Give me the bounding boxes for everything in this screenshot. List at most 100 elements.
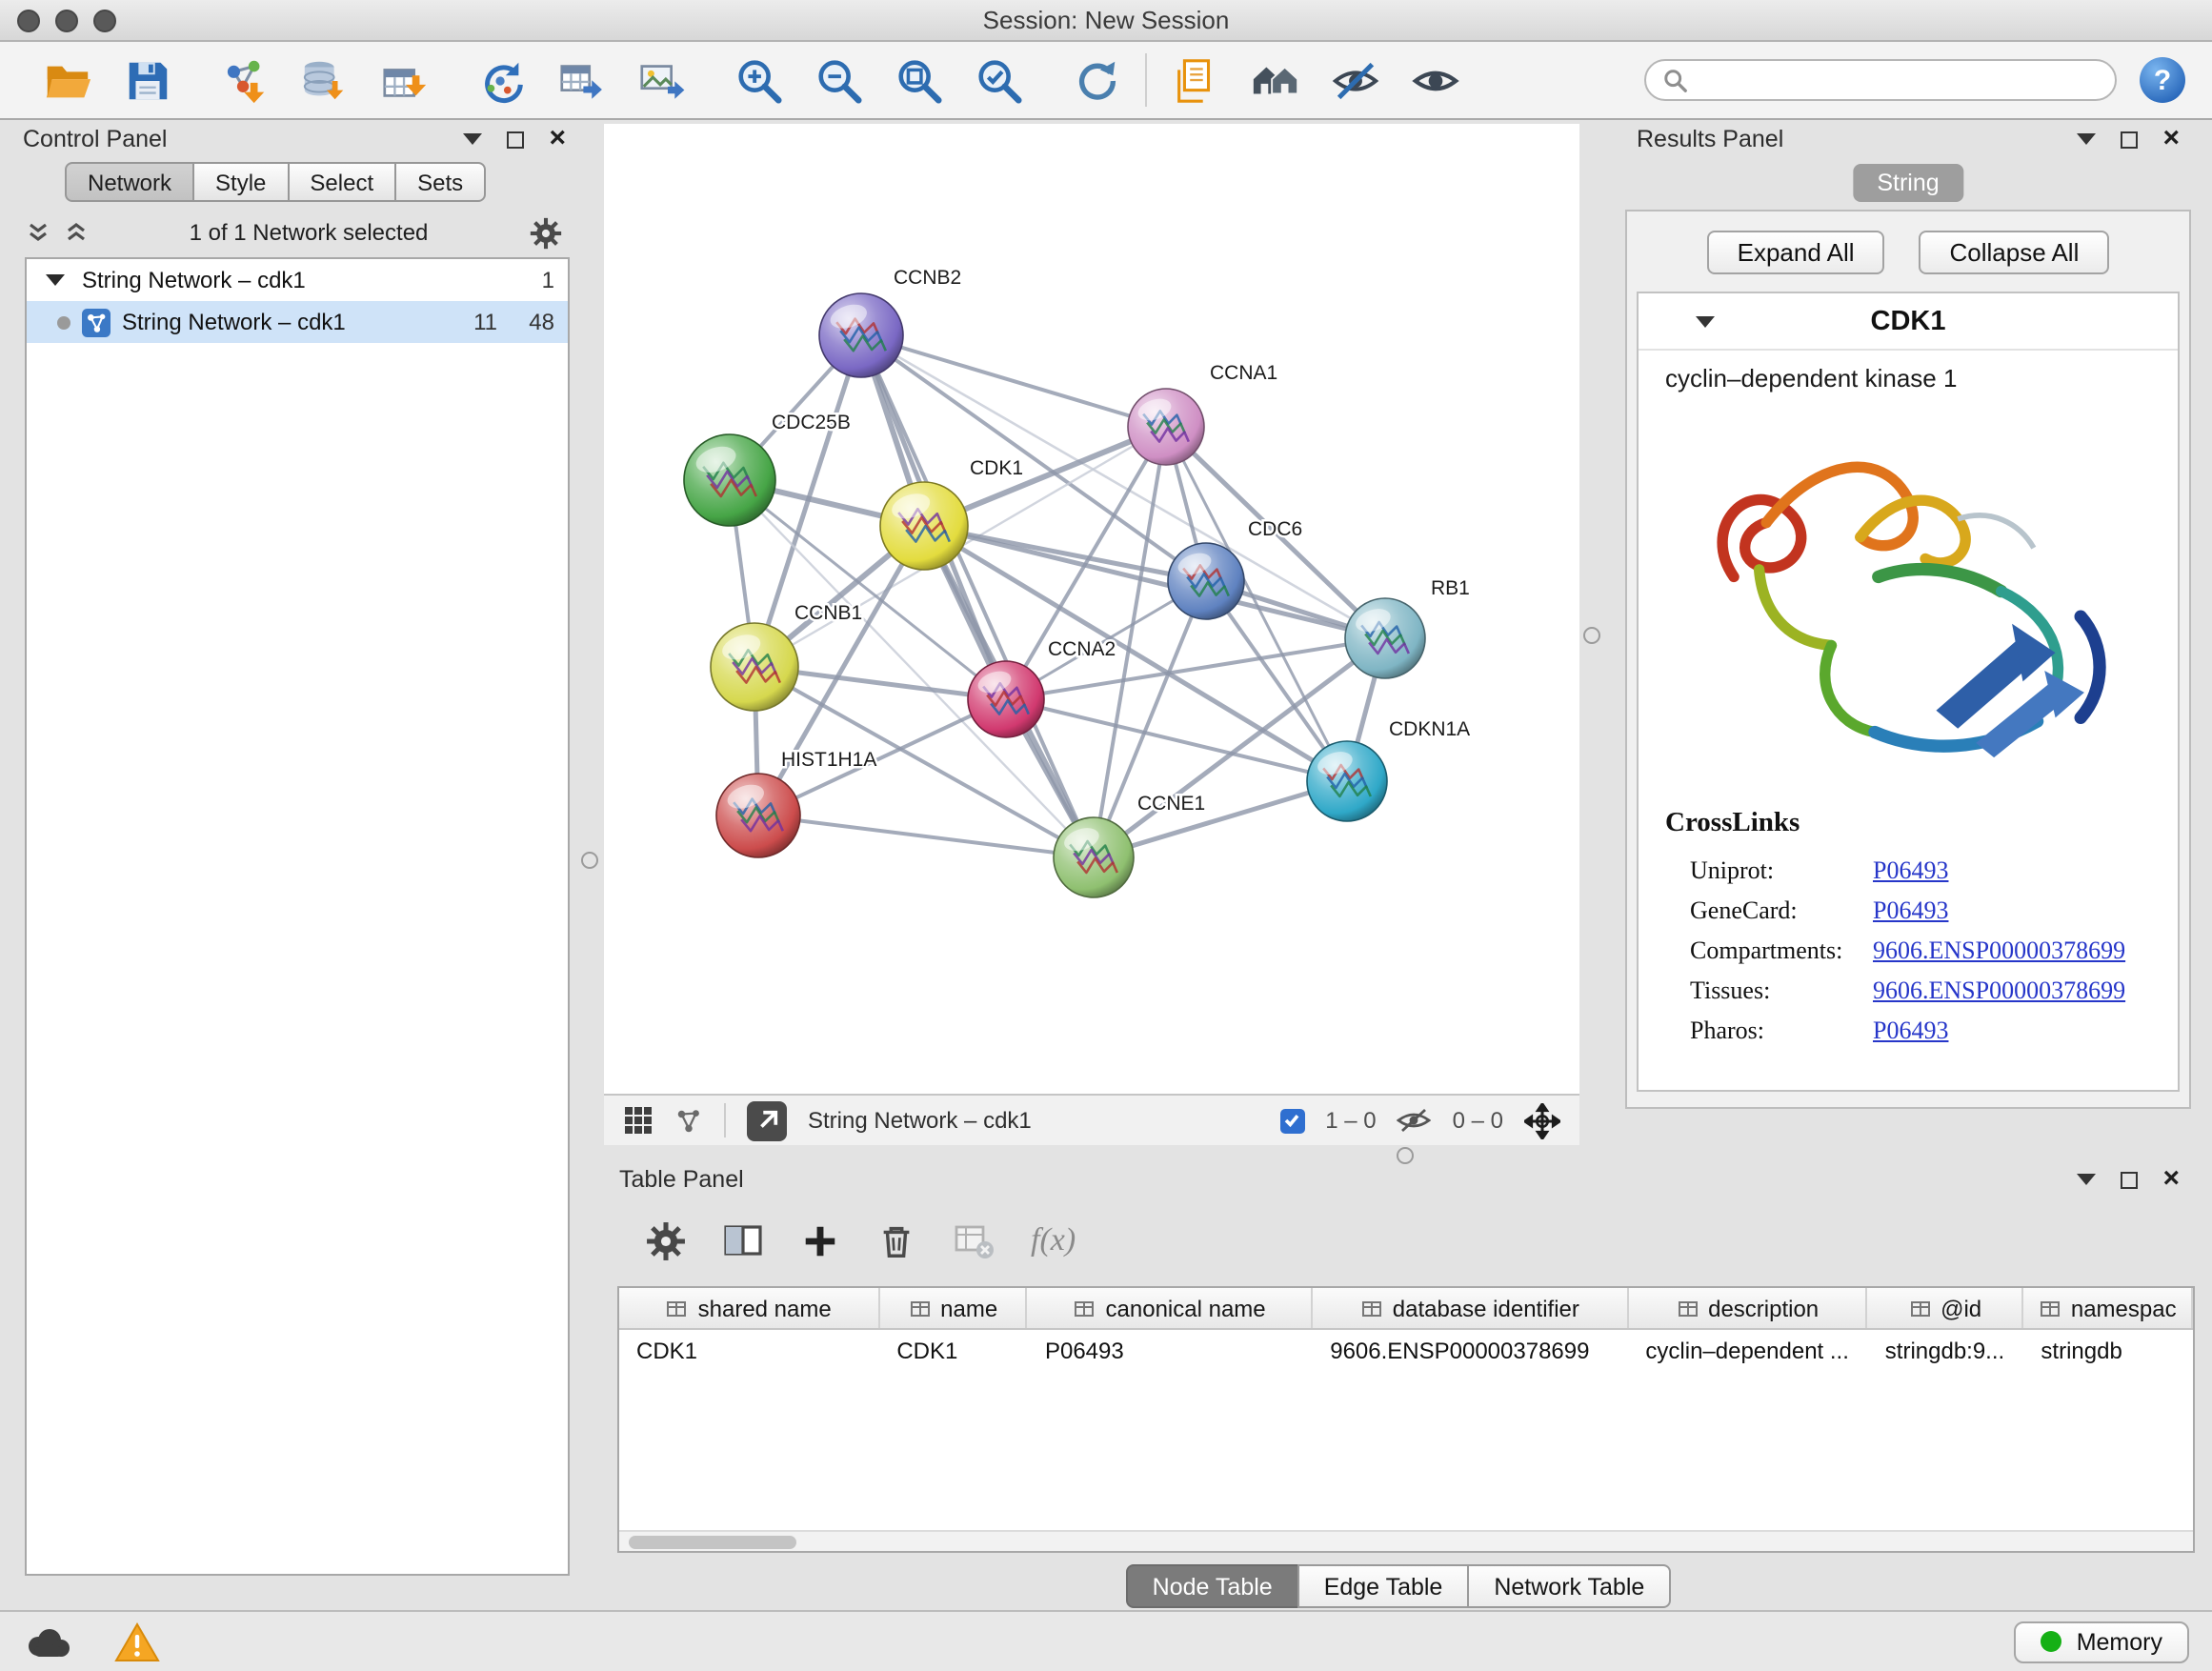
show-columns-icon[interactable] xyxy=(722,1219,764,1261)
close-panel-icon[interactable]: × xyxy=(549,130,566,149)
close-panel-icon[interactable]: × xyxy=(2162,1170,2180,1189)
tab-style[interactable]: Style xyxy=(192,162,289,202)
network-node-ccna1[interactable]: CCNA1 xyxy=(1128,362,1277,465)
tab-node-table[interactable]: Node Table xyxy=(1126,1564,1299,1608)
column-header--id[interactable]: @id xyxy=(1868,1288,2024,1328)
tree-expander-icon[interactable] xyxy=(46,274,65,286)
export-network-button[interactable] xyxy=(747,1100,787,1140)
fit-content-crosshair-icon[interactable] xyxy=(1524,1102,1560,1138)
close-panel-icon[interactable]: × xyxy=(2162,130,2180,149)
zoom-out-icon[interactable] xyxy=(814,54,865,106)
birdseye-grid-icon[interactable] xyxy=(623,1105,654,1136)
collapse-all-button[interactable]: Collapse All xyxy=(1920,231,2110,274)
column-header-icon xyxy=(1908,1297,1931,1319)
column-header-icon xyxy=(1074,1297,1096,1319)
zoom-window-button[interactable] xyxy=(93,10,116,32)
control-panel: Control Panel × NetworkStyleSelectSets 1… xyxy=(8,120,581,1610)
refresh-view-icon[interactable] xyxy=(1071,54,1122,106)
column-header-canonical-name[interactable]: canonical name xyxy=(1028,1288,1313,1328)
column-header-icon xyxy=(908,1297,931,1319)
expand-all-icon[interactable] xyxy=(65,221,88,244)
function-builder-icon[interactable]: f(x) xyxy=(1031,1221,1076,1259)
export-table-icon[interactable] xyxy=(556,54,608,106)
network-canvas[interactable]: CCNB2CCNA1CDC25BCDK1CDC6RB1CCNB1CCNA2CDK… xyxy=(604,124,1579,1094)
network-edge[interactable] xyxy=(758,815,1094,857)
copy-document-icon[interactable] xyxy=(1170,54,1221,106)
network-node-ccnb1[interactable]: CCNB1 xyxy=(711,602,862,711)
network-node-cdkn1a[interactable]: CDKN1A xyxy=(1307,718,1470,821)
tab-select[interactable]: Select xyxy=(287,162,396,202)
warning-icon[interactable] xyxy=(114,1621,160,1662)
float-panel-icon[interactable] xyxy=(2121,131,2138,148)
export-image-icon[interactable] xyxy=(636,54,688,106)
crosslink-link[interactable]: P06493 xyxy=(1873,895,1948,925)
crosslink-link[interactable]: P06493 xyxy=(1873,1015,1948,1045)
panel-menu-icon[interactable] xyxy=(2077,133,2096,145)
memory-button[interactable]: Memory xyxy=(2014,1621,2189,1662)
import-network-file-icon[interactable] xyxy=(219,54,271,106)
tab-sets[interactable]: Sets xyxy=(394,162,486,202)
tab-edge-table[interactable]: Edge Table xyxy=(1297,1564,1470,1608)
import-network-database-icon[interactable] xyxy=(299,54,351,106)
show-eye-icon[interactable] xyxy=(1410,54,1461,106)
home-icon[interactable] xyxy=(1250,54,1301,106)
column-header-name[interactable]: name xyxy=(879,1288,1028,1328)
tab-string[interactable]: String xyxy=(1852,164,1963,202)
selected-checkbox-icon[interactable] xyxy=(1279,1108,1304,1133)
column-header-namespac[interactable]: namespac xyxy=(2023,1288,2193,1328)
network-share-icon[interactable] xyxy=(674,1106,703,1135)
crosslink-link[interactable]: 9606.ENSP00000378699 xyxy=(1873,935,2125,965)
left-splitter-handle[interactable] xyxy=(581,852,598,869)
memory-label: Memory xyxy=(2077,1628,2162,1655)
network-graph[interactable]: CCNB2CCNA1CDC25BCDK1CDC6RB1CCNB1CCNA2CDK… xyxy=(604,124,1579,1094)
delete-table-icon[interactable] xyxy=(953,1219,995,1261)
add-column-plus-icon[interactable] xyxy=(800,1220,840,1260)
column-header-shared-name[interactable]: shared name xyxy=(619,1288,879,1328)
help-button[interactable]: ? xyxy=(2140,57,2185,103)
save-session-icon[interactable] xyxy=(122,54,173,106)
close-window-button[interactable] xyxy=(17,10,40,32)
tab-network[interactable]: Network xyxy=(65,162,194,202)
search-box[interactable] xyxy=(1644,59,2117,101)
scrollbar-thumb[interactable] xyxy=(629,1536,796,1549)
panel-menu-icon[interactable] xyxy=(2077,1174,2096,1185)
network-edge[interactable] xyxy=(861,335,1166,427)
minimize-window-button[interactable] xyxy=(55,10,78,32)
table-settings-gear-icon[interactable] xyxy=(646,1220,686,1260)
network-edge[interactable] xyxy=(861,335,1094,857)
float-panel-icon[interactable] xyxy=(507,131,524,148)
cloud-icon[interactable] xyxy=(23,1624,72,1659)
hide-eye-icon[interactable] xyxy=(1330,54,1381,106)
zoom-fit-icon[interactable] xyxy=(894,54,945,106)
zoom-selected-icon[interactable] xyxy=(974,54,1025,106)
expand-all-button[interactable]: Expand All xyxy=(1707,231,1885,274)
crosslink-link[interactable]: P06493 xyxy=(1873,855,1948,885)
table-row[interactable]: CDK1CDK1P064939606.ENSP00000378699cyclin… xyxy=(619,1330,2193,1370)
gene-card-header[interactable]: CDK1 xyxy=(1639,293,2178,351)
network-collection-row[interactable]: String Network – cdk1 1 xyxy=(27,259,568,301)
column-header-description[interactable]: description xyxy=(1628,1288,1867,1328)
panel-menu-icon[interactable] xyxy=(463,133,482,145)
delete-column-trash-icon[interactable] xyxy=(876,1220,916,1260)
search-input[interactable] xyxy=(1699,67,2098,93)
network-row-selected[interactable]: String Network – cdk1 11 48 xyxy=(27,301,568,343)
help-glyph: ? xyxy=(2154,64,2171,96)
collapse-all-icon[interactable] xyxy=(27,221,50,244)
network-node-ccne1[interactable]: CCNE1 xyxy=(1054,793,1205,897)
horizontal-scrollbar[interactable] xyxy=(619,1530,2193,1551)
network-node-rb1[interactable]: RB1 xyxy=(1345,577,1470,678)
table-tabs: Node TableEdge TableNetwork Table xyxy=(604,1564,2195,1608)
collapse-section-icon[interactable] xyxy=(1696,315,1715,327)
network-node-cdk1[interactable]: CDK1 xyxy=(880,457,1023,570)
crosslink-link[interactable]: 9606.ENSP00000378699 xyxy=(1873,975,2125,1005)
import-table-icon[interactable] xyxy=(379,54,431,106)
right-splitter-handle[interactable] xyxy=(1583,627,1600,644)
zoom-in-icon[interactable] xyxy=(734,54,785,106)
network-node-hist1h1a[interactable]: HIST1H1A xyxy=(716,749,876,857)
open-session-icon[interactable] xyxy=(42,54,93,106)
float-panel-icon[interactable] xyxy=(2121,1171,2138,1188)
tab-network-table[interactable]: Network Table xyxy=(1467,1564,1671,1608)
gear-icon[interactable] xyxy=(530,216,562,249)
column-header-database-identifier[interactable]: database identifier xyxy=(1313,1288,1628,1328)
refresh-network-icon[interactable] xyxy=(476,54,528,106)
